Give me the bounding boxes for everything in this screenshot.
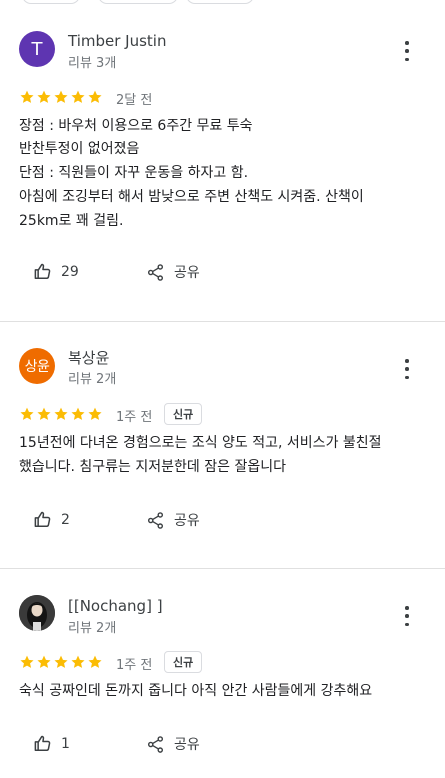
filter-chip[interactable] <box>186 0 254 4</box>
reviewer-review-count: 리뷰 2개 <box>68 621 117 636</box>
like-count: 1 <box>61 735 70 752</box>
star-icon <box>88 655 102 668</box>
share-label: 공유 <box>174 265 200 281</box>
share-label: 공유 <box>174 513 200 529</box>
star-icon <box>20 90 34 103</box>
star-icon <box>20 407 34 420</box>
share-icon <box>147 263 164 281</box>
share-button[interactable]: 공유 <box>146 510 200 530</box>
star-rating <box>19 89 103 105</box>
like-button[interactable]: 29 <box>33 262 79 281</box>
star-icon <box>20 655 34 668</box>
review-date: 1주 전 <box>116 410 153 425</box>
share-button[interactable]: 공유 <box>146 734 200 754</box>
review-date: 1주 전 <box>116 658 153 673</box>
avatar[interactable]: 상윤 <box>19 348 55 384</box>
new-badge: 신규 <box>164 651 203 673</box>
star-icon <box>71 655 85 668</box>
star-icon <box>71 90 85 103</box>
like-count: 2 <box>61 511 70 528</box>
like-button[interactable]: 2 <box>33 510 70 529</box>
share-icon <box>147 511 164 529</box>
thumb-up-icon <box>34 735 51 751</box>
review-divider <box>0 321 445 322</box>
like-button[interactable]: 1 <box>33 734 70 753</box>
star-rating <box>19 406 103 422</box>
new-badge: 신규 <box>164 403 203 425</box>
star-rating <box>19 654 103 670</box>
review-text-line: 25km로 꽤 걸림. <box>19 213 124 229</box>
reviewer-name[interactable]: 복상윤 <box>68 347 109 368</box>
share-button[interactable]: 공유 <box>146 262 200 282</box>
review-text-line: 했습니다. 침구류는 지저분한데 잠은 잘옵니다 <box>19 459 286 475</box>
more-vert-icon[interactable] <box>399 41 415 61</box>
review-text-line: 단점 : 직원들이 자꾸 운동을 하자고 함. <box>19 165 249 181</box>
review-date: 2달 전 <box>116 93 153 108</box>
review-text-line: 15년전에 다녀온 경험으로는 조식 양도 적고, 서비스가 불친절 <box>19 435 382 451</box>
share-label: 공유 <box>174 737 200 753</box>
reviewer-name[interactable]: Timber Justin <box>68 32 166 50</box>
review-divider <box>0 568 445 569</box>
reviewer-review-count: 리뷰 2개 <box>68 372 117 387</box>
reviewer-name[interactable]: [[Nochang] ] <box>68 597 163 615</box>
avatar[interactable] <box>19 595 55 631</box>
star-icon <box>88 90 102 103</box>
star-icon <box>37 407 51 420</box>
review-text-line: 반찬투정이 없어졌음 <box>19 141 140 157</box>
avatar-photo <box>19 595 55 631</box>
avatar[interactable]: T <box>19 31 55 67</box>
thumb-up-icon <box>34 263 51 279</box>
thumb-up-icon <box>34 511 51 527</box>
filter-chip[interactable] <box>98 0 178 4</box>
reviewer-review-count: 리뷰 3개 <box>68 56 117 71</box>
avatar-initial: 상윤 <box>24 359 50 375</box>
avatar-initial: T <box>31 38 43 60</box>
like-count: 29 <box>61 263 79 280</box>
star-icon <box>54 90 68 103</box>
more-vert-icon[interactable] <box>399 606 415 626</box>
star-icon <box>71 407 85 420</box>
star-icon <box>37 655 51 668</box>
share-icon <box>147 735 164 753</box>
star-icon <box>88 407 102 420</box>
star-icon <box>37 90 51 103</box>
review-text-line: 장점 : 바우처 이용으로 6주간 무료 투숙 <box>19 118 253 134</box>
review-text-line: 아침에 조깅부터 해서 밤낮으로 주변 산책도 시켜줌. 산책이 <box>19 189 364 205</box>
star-icon <box>54 407 68 420</box>
filter-chips-row <box>22 0 262 4</box>
review-text-line: 숙식 공짜인데 돈까지 줍니다 아직 안간 사람들에게 강추해요 <box>19 683 373 699</box>
filter-chip[interactable] <box>22 0 80 4</box>
star-icon <box>54 655 68 668</box>
more-vert-icon[interactable] <box>399 359 415 379</box>
